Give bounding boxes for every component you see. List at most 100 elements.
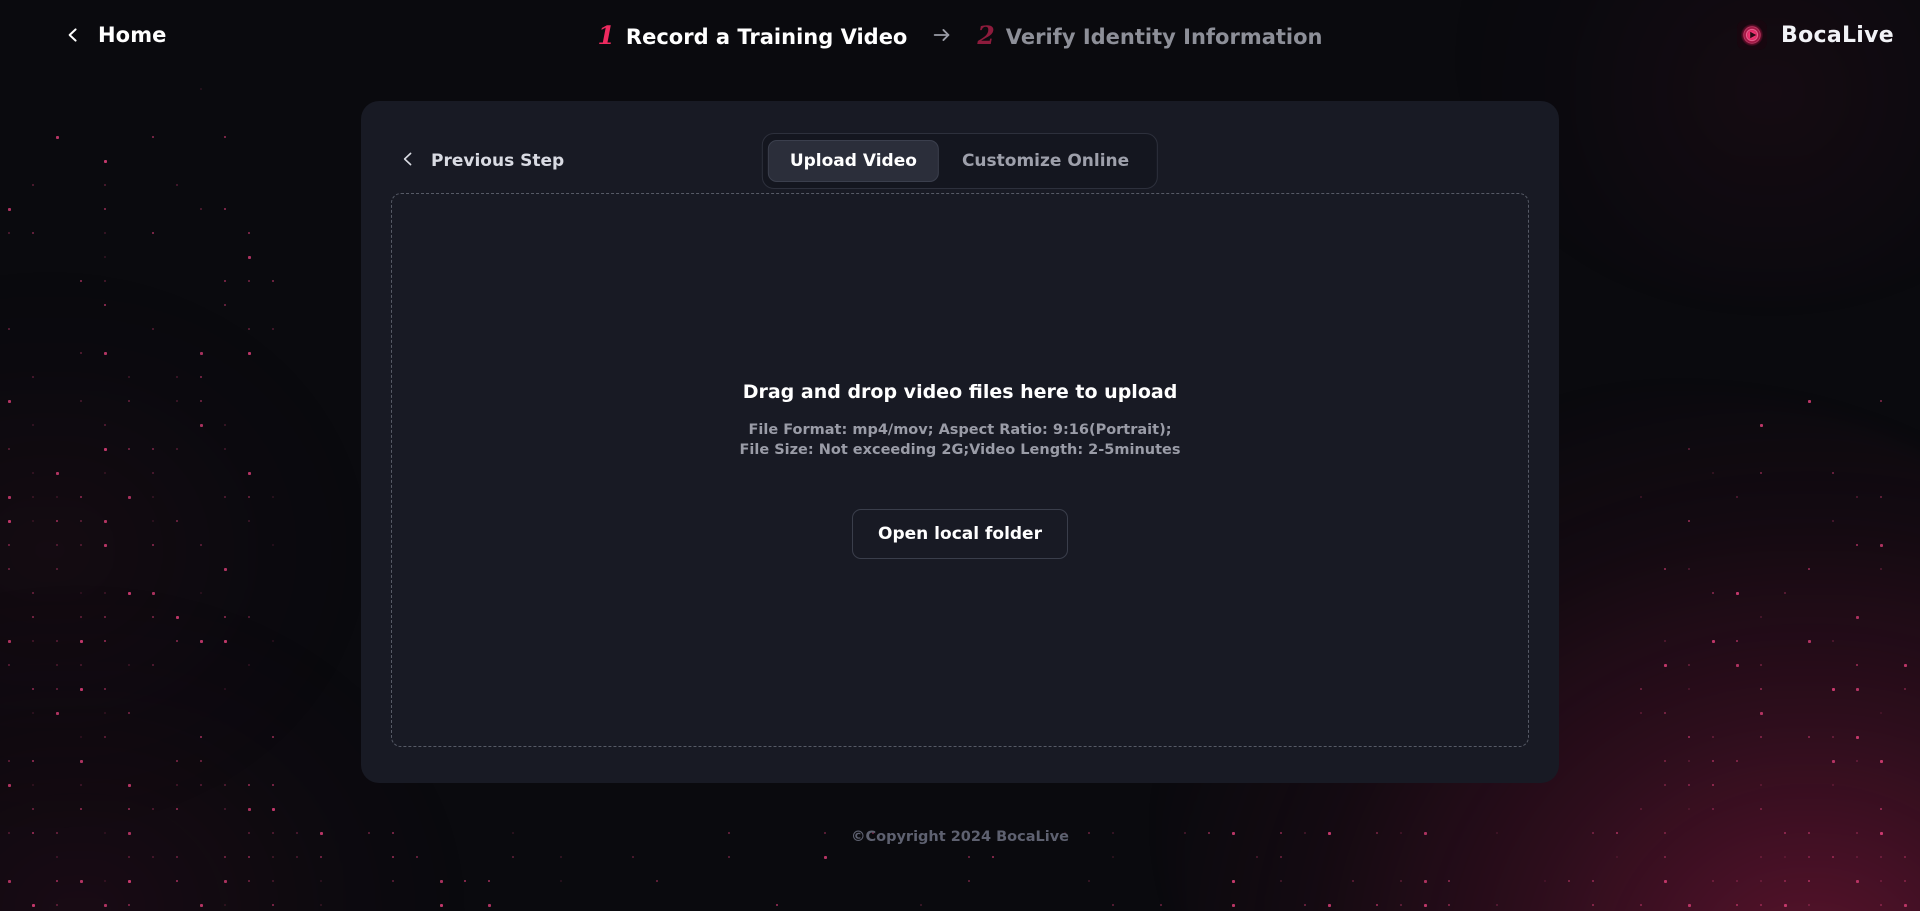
- home-label: Home: [98, 23, 167, 47]
- background-dot: [1688, 808, 1690, 810]
- background-dot: [1736, 880, 1738, 882]
- background-dot: [224, 784, 226, 786]
- background-dot: [272, 808, 275, 811]
- step-number: 1: [597, 20, 615, 50]
- background-dot: [1592, 904, 1594, 906]
- background-dot: [1112, 856, 1114, 858]
- background-dot: [632, 856, 634, 858]
- brand-logo[interactable]: BocaLive: [1737, 20, 1894, 50]
- background-dot: [1856, 880, 1859, 883]
- background-dot: [1832, 856, 1834, 858]
- background-dot: [176, 784, 178, 786]
- dropzone-hint-line-1: File Format: mp4/mov; Aspect Ratio: 9:16…: [748, 422, 1172, 439]
- background-dot: [152, 808, 154, 810]
- background-dot: [1880, 856, 1882, 858]
- background-dot: [1880, 880, 1882, 882]
- background-dot: [32, 904, 35, 907]
- chevron-left-icon: [399, 150, 417, 172]
- step-label: Verify Identity Information: [1005, 24, 1323, 49]
- background-dot: [272, 904, 274, 906]
- background-dot: [248, 880, 250, 882]
- background-dot: [320, 880, 322, 882]
- background-dot: [1784, 880, 1786, 882]
- background-dot: [1664, 784, 1666, 786]
- background-dot: [464, 880, 466, 882]
- background-dot: [320, 856, 322, 858]
- video-dropzone[interactable]: Drag and drop video files here to upload…: [391, 193, 1529, 747]
- background-dot: [1784, 904, 1787, 907]
- background-dot: [56, 856, 58, 858]
- tab-upload-video[interactable]: Upload Video: [767, 140, 939, 182]
- background-dot: [1832, 784, 1834, 786]
- background-dot: [1760, 784, 1762, 786]
- background-dot: [176, 808, 178, 810]
- background-dot: [1400, 880, 1402, 882]
- background-dot: [1760, 880, 1762, 882]
- step-number: 2: [977, 20, 995, 50]
- background-dot: [1904, 856, 1906, 858]
- background-dot: [1568, 880, 1570, 882]
- background-dot: [1424, 880, 1427, 883]
- background-dot: [824, 856, 827, 859]
- background-dot: [1328, 904, 1331, 907]
- card-header: Previous Step Upload Video Customize Onl…: [391, 133, 1529, 189]
- background-dot: [152, 856, 154, 858]
- background-dot: [1592, 880, 1594, 882]
- background-dot: [80, 880, 83, 883]
- background-dot: [1448, 904, 1450, 906]
- background-dot: [320, 904, 322, 906]
- background-dot: [1904, 880, 1906, 882]
- top-bar: Home 1 Record a Training Video 2 Verify …: [0, 0, 1920, 70]
- background-dot: [1664, 856, 1666, 858]
- background-dot: [32, 808, 34, 810]
- background-dot: [32, 784, 34, 786]
- background-dot: [968, 856, 970, 858]
- background-dot: [1760, 808, 1762, 810]
- open-local-folder-button[interactable]: Open local folder: [852, 508, 1068, 559]
- background-dot: [56, 880, 58, 882]
- tab-customize-online[interactable]: Customize Online: [939, 139, 1152, 183]
- background-dot: [560, 880, 562, 882]
- background-dot: [1376, 904, 1378, 906]
- background-dot: [512, 856, 514, 858]
- previous-step-button[interactable]: Previous Step: [399, 150, 564, 172]
- background-dot: [656, 880, 658, 882]
- background-dot: [224, 856, 226, 858]
- background-dot: [1880, 904, 1882, 906]
- background-dot: [1424, 904, 1427, 907]
- background-dot: [128, 856, 130, 858]
- background-dot: [392, 856, 394, 858]
- background-dot: [248, 808, 251, 811]
- background-dot: [1616, 856, 1618, 858]
- background-dot: [1688, 784, 1690, 786]
- background-dot: [128, 808, 130, 810]
- home-back-link[interactable]: Home: [64, 23, 167, 47]
- bocalive-play-logo-icon: [1737, 20, 1767, 50]
- background-dot: [392, 880, 394, 882]
- chevron-left-icon: [64, 26, 82, 44]
- background-dot: [1760, 856, 1762, 858]
- background-dot: [1256, 856, 1258, 858]
- main-stage: Previous Step Upload Video Customize Onl…: [0, 70, 1920, 783]
- background-dot: [1496, 904, 1498, 906]
- background-dot: [1664, 880, 1667, 883]
- background-dot: [296, 856, 298, 858]
- background-dot: [1880, 808, 1882, 810]
- previous-step-label: Previous Step: [431, 151, 565, 171]
- dropzone-hint-line-2: File Size: Not exceeding 2G;Video Length…: [739, 441, 1181, 458]
- background-dot: [1712, 808, 1714, 810]
- step-indicator: 1 Record a Training Video 2 Verify Ident…: [0, 0, 1920, 70]
- background-dot: [80, 808, 82, 810]
- background-dot: [1760, 904, 1762, 906]
- step-item-record-video: 1 Record a Training Video: [598, 21, 908, 50]
- background-dot: [1280, 880, 1282, 882]
- background-dot: [1688, 904, 1691, 907]
- background-dot: [272, 880, 274, 882]
- background-dot: [1784, 856, 1786, 858]
- background-dot: [488, 880, 490, 882]
- background-dot: [440, 904, 443, 907]
- step-label: Record a Training Video: [625, 24, 908, 49]
- background-dot: [1640, 808, 1642, 810]
- background-dot: [248, 856, 250, 858]
- footer-copyright: ©Copyright 2024 BocaLive: [850, 829, 1070, 845]
